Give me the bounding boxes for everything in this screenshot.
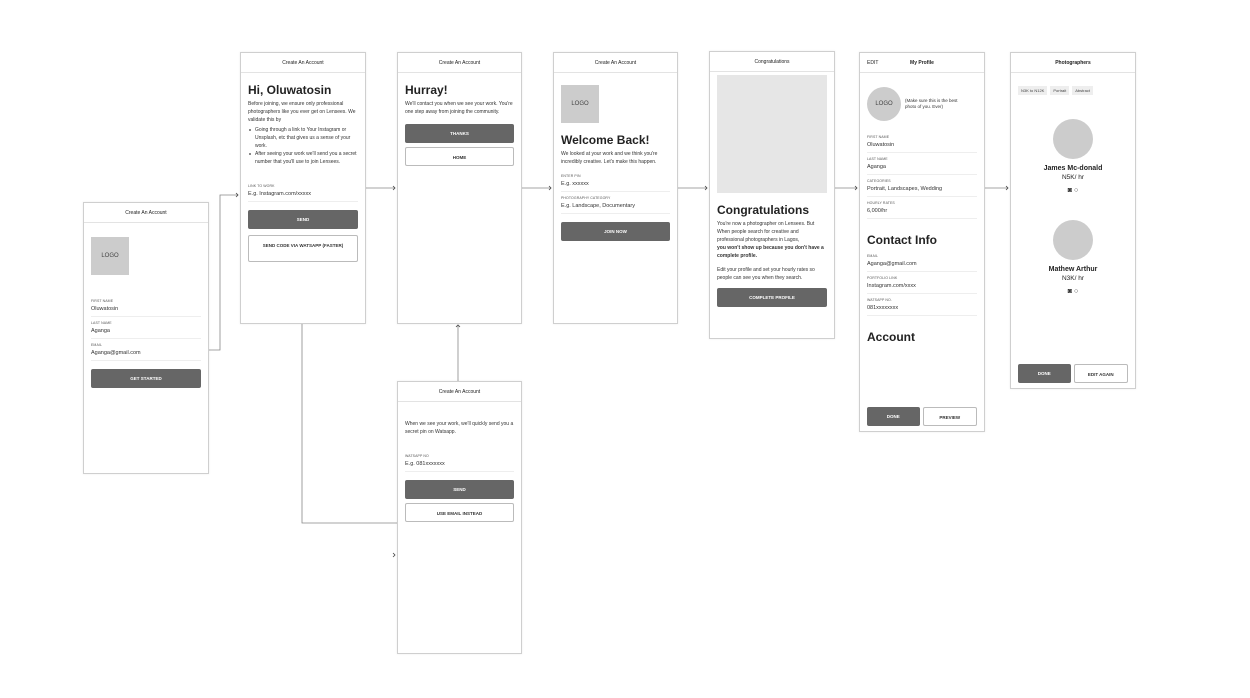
send-button[interactable]: SEND: [248, 210, 358, 229]
greeting-heading: Hi, Oluwatosin: [248, 83, 332, 97]
connector-intro-whatsapp: [301, 324, 397, 524]
photographer-card[interactable]: James Mc-donald N5K/ hr ◙ ○: [1018, 119, 1128, 194]
home-button[interactable]: HOME: [405, 147, 514, 166]
link-to-work-field[interactable]: Link to work E.g. Instagram.com/xxxxx: [248, 180, 358, 202]
edit-link[interactable]: EDIT: [867, 53, 878, 73]
email-field[interactable]: Email Aganga@gmail.com: [91, 339, 201, 361]
instagram-icon[interactable]: ◙: [1068, 187, 1072, 194]
preview-button[interactable]: PREVIEW: [922, 407, 977, 426]
last-name-field[interactable]: Last name Aganga: [91, 317, 201, 339]
email-field[interactable]: Email Aganga@gmail.com: [867, 250, 977, 272]
complete-profile-button[interactable]: COMPLETE PROFILE: [717, 288, 827, 307]
welcome-heading: Welcome Back!: [561, 133, 650, 147]
bullet-item: After seeing your work we'll send you a …: [248, 150, 358, 166]
screen-photographers: Photographers N3K to N12K Portrait Abstrac…: [1010, 52, 1136, 389]
bullet-item: Going through a link to Your Instagram o…: [248, 126, 358, 150]
photo-note: (Make sure this is the best photo of you…: [905, 98, 958, 109]
last-name-field[interactable]: Last name Aganga: [867, 153, 977, 175]
whatsapp-field[interactable]: Watsapp no. 081xxxxxxxx: [867, 294, 977, 316]
screen-intro: Create An Account Hi, Oluwatosin Before …: [240, 52, 366, 324]
contact-info-heading: Contact Info: [867, 233, 937, 247]
screen-congratulations: Congratulations Congratulations You're n…: [709, 51, 835, 339]
screen-title: Photographers: [1011, 53, 1135, 73]
screen-title: Create An Account: [554, 53, 677, 73]
photographer-name: James Mc-donald: [1043, 165, 1103, 172]
instagram-icon[interactable]: ◙: [1068, 288, 1072, 295]
screen-signup: Create An Account LOGO First name Oluwato…: [83, 202, 209, 474]
screen-hurray: Create An Account Hurray! We'll contact …: [397, 52, 522, 324]
filter-chip[interactable]: N3K to N12K: [1018, 86, 1048, 95]
screen-title: Create An Account: [398, 53, 521, 73]
screen-title: Create An Account: [241, 53, 365, 73]
done-button[interactable]: DONE: [1018, 364, 1071, 383]
filter-chip[interactable]: Portrait: [1050, 86, 1070, 95]
filter-chip[interactable]: Abstract: [1072, 86, 1093, 95]
congrats-warning: you won't show up because you don't have…: [717, 245, 824, 259]
hourly-rates-field[interactable]: Hourly rates 6,000/hr: [867, 197, 977, 219]
congrats-heading: Congratulations: [717, 203, 809, 217]
logo-placeholder: LOGO: [91, 237, 129, 275]
photographer-rate: N5K/ hr: [1061, 174, 1085, 181]
send-via-whatsapp-button[interactable]: SEND CODE VIA WATSAPP (FASTER): [248, 235, 358, 262]
congrats-text-2: Edit your profile and set your hourly ra…: [717, 267, 815, 281]
first-name-field[interactable]: First name Oluwatosin: [867, 131, 977, 153]
whatsapp-text: When we see your work, we'll quickly sen…: [405, 421, 514, 435]
whatsapp-number-field[interactable]: Watsapp no E.g. 081xxxxxxx: [405, 450, 514, 472]
screen-welcome: Create An Account LOGO Welcome Back! We …: [553, 52, 678, 324]
avatar: [1053, 220, 1093, 260]
send-button[interactable]: SEND: [405, 480, 514, 499]
screen-title: Congratulations: [710, 52, 834, 72]
portfolio-link-field[interactable]: Portfolio link Instagram.com/xxxx: [867, 272, 977, 294]
done-button[interactable]: DONE: [867, 407, 920, 426]
chat-icon[interactable]: ○: [1074, 288, 1078, 295]
screen-my-profile: EDIT My Profile LOGO (Make sure this is t…: [859, 52, 985, 432]
hurray-heading: Hurray!: [405, 83, 448, 97]
photographer-name: Mathew Arthur: [1048, 266, 1098, 273]
connector-signup-intro: [209, 194, 238, 351]
first-name-field[interactable]: First name Oluwatosin: [91, 295, 201, 317]
chat-icon[interactable]: ○: [1074, 187, 1078, 194]
profile-photo[interactable]: LOGO: [867, 87, 901, 121]
congrats-text: You're now a photographer on Lensees. Bu…: [717, 221, 815, 243]
avatar: [1053, 119, 1093, 159]
account-heading: Account: [867, 330, 915, 344]
join-now-button[interactable]: JOIN NOW: [561, 222, 670, 241]
photographer-card[interactable]: Mathew Arthur N3K/ hr ◙ ○: [1018, 220, 1128, 295]
logo-placeholder: LOGO: [561, 85, 599, 123]
screen-title: Create An Account: [398, 382, 521, 402]
screen-title: My Profile: [910, 60, 934, 66]
get-started-button[interactable]: GET STARTED: [91, 369, 201, 388]
pin-field[interactable]: Enter pin E.g. xxxxxx: [561, 170, 670, 192]
photographer-rate: N3K/ hr: [1061, 275, 1085, 282]
thanks-button[interactable]: THANKS: [405, 124, 514, 143]
screen-whatsapp: Create An Account When we see your work,…: [397, 381, 522, 654]
categories-field[interactable]: Categories Portrait, Landscapes, Wedding: [867, 175, 977, 197]
screen-title: Create An Account: [84, 203, 208, 223]
welcome-text: We looked at your work and we think you'…: [561, 151, 658, 165]
category-field[interactable]: Photography category E.g. Landscape, Docu…: [561, 192, 670, 214]
use-email-button[interactable]: USE EMAIL INSTEAD: [405, 503, 514, 522]
edit-again-button[interactable]: EDIT AGAIN: [1073, 364, 1128, 383]
image-placeholder: [717, 75, 827, 193]
hurray-text: We'll contact you when we see your work.…: [405, 101, 513, 115]
intro-text: Before joining, we ensure only professio…: [248, 101, 356, 123]
